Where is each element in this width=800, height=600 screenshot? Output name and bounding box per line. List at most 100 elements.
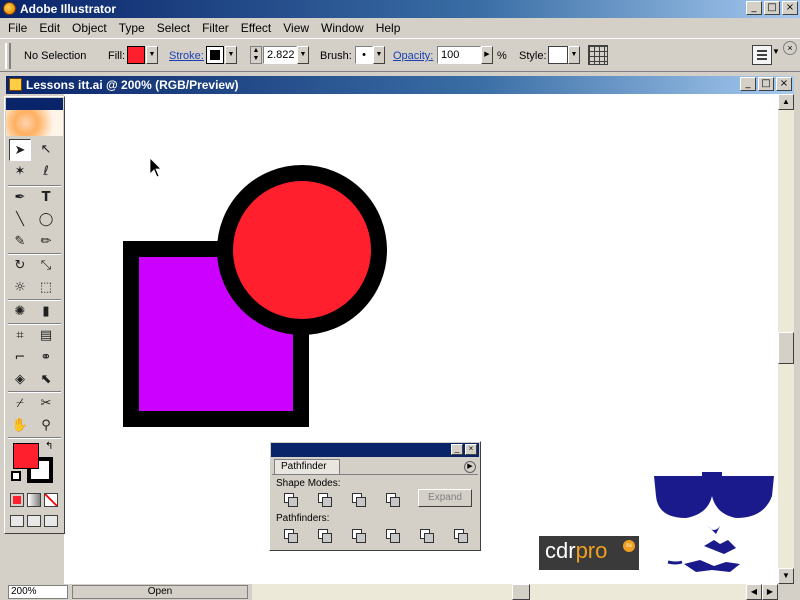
eyedropper-tool-icon[interactable]: ⌐ [9,347,31,369]
scale-tool-icon[interactable]: ⤡ [35,255,57,277]
zoom-tool-icon[interactable]: ⚲ [35,415,57,437]
none-mode-icon[interactable] [44,493,58,507]
divide-icon[interactable] [282,527,298,543]
standard-screen-mode-icon[interactable] [10,515,24,527]
illustrator-app-icon[interactable] [3,2,16,15]
status-menu[interactable]: Open [72,585,248,599]
live-paint-selection-tool-icon[interactable]: ⬉ [35,369,57,391]
toolbox-title-bar[interactable] [6,98,63,110]
stroke-swatch[interactable] [206,46,224,64]
rotate-tool-icon[interactable]: ↻ [9,255,31,277]
menu-window[interactable]: Window [315,21,370,35]
stroke-weight-dropdown[interactable]: ▼ [297,46,309,64]
scroll-up-button[interactable]: ▲ [778,94,794,110]
vertical-scrollbar[interactable]: ▲ ▼ [778,94,794,584]
mesh-tool-icon[interactable]: ⌗ [9,325,31,347]
menu-effect[interactable]: Effect [235,21,277,35]
magic-wand-tool-icon[interactable]: ✶ [9,161,31,183]
direct-selection-tool-icon[interactable]: ↖ [35,139,57,161]
brush-swatch[interactable]: • [355,46,373,64]
document-icon[interactable] [9,78,22,91]
add-to-shape-area-icon[interactable] [282,491,298,507]
pathfinder-menu-button[interactable]: ▶ [464,461,476,473]
symbol-sprayer-tool-icon[interactable]: ✺ [9,301,31,323]
pathfinder-title-bar[interactable]: _ × [271,443,479,457]
crop-icon[interactable] [384,527,400,543]
fill-color-box[interactable] [13,443,39,469]
swap-fill-stroke-icon[interactable]: ↰ [45,441,53,452]
menu-view[interactable]: View [277,21,315,35]
outline-icon[interactable] [418,527,434,543]
hand-tool-icon[interactable]: ✋ [9,415,31,437]
live-paint-bucket-tool-icon[interactable]: ◈ [9,369,31,391]
menu-file[interactable]: File [2,21,33,35]
vertical-scroll-thumb[interactable] [778,332,794,364]
stroke-weight-input[interactable]: 2.822 [263,46,297,64]
pathfinder-close-button[interactable]: × [465,444,477,455]
close-button[interactable]: × [782,1,798,15]
stroke-weight-stepper[interactable]: ▲ ▼ [250,46,262,64]
palette-menu-arrow[interactable]: ▼ [772,47,780,56]
horizontal-scrollbar[interactable]: ◀ ▶ [252,584,778,600]
opacity-input[interactable]: 100 [437,46,481,64]
pencil-tool-icon[interactable]: ✏ [35,231,57,253]
document-setup-icon[interactable] [752,45,772,65]
horizontal-scroll-thumb[interactable] [512,584,530,600]
blend-tool-icon[interactable]: ⚭ [35,347,57,369]
opacity-slider-arrow[interactable]: ▶ [481,46,493,64]
gradient-mode-icon[interactable] [27,493,41,507]
scissors-tool-icon[interactable]: ✂ [35,393,57,415]
minimize-button[interactable]: _ [746,1,762,15]
pathfinder-minimize-button[interactable]: _ [451,444,463,455]
red-circle-shape[interactable] [217,165,387,335]
document-minimize-button[interactable]: _ [740,77,756,91]
tab-pathfinder[interactable]: Pathfinder [274,459,340,474]
menu-help[interactable]: Help [370,21,407,35]
maximize-button[interactable]: □ [764,1,780,15]
expand-button[interactable]: Expand [418,489,472,507]
menu-edit[interactable]: Edit [33,21,66,35]
fill-swatch[interactable] [127,46,145,64]
zoom-level-field[interactable]: 200% [8,585,68,599]
menu-object[interactable]: Object [66,21,113,35]
menu-select[interactable]: Select [151,21,196,35]
minus-back-icon[interactable] [452,527,468,543]
graph-tool-icon[interactable]: ▮ [35,301,57,323]
color-mode-icon[interactable] [10,493,24,507]
palette-grip[interactable] [5,43,11,69]
opacity-label-link[interactable]: Opacity: [393,50,433,62]
scroll-right-button[interactable]: ▶ [762,584,778,600]
full-screen-mode-icon[interactable] [44,515,58,527]
document-close-button[interactable]: × [776,77,792,91]
warp-tool-icon[interactable]: ☼ [9,277,31,299]
style-swatch[interactable] [548,46,568,64]
ellipse-tool-icon[interactable]: ◯ [35,209,57,231]
type-tool-icon[interactable]: T [35,187,57,209]
selection-tool-icon[interactable]: ➤ [9,139,31,161]
menu-filter[interactable]: Filter [196,21,235,35]
trim-icon[interactable] [316,527,332,543]
align-grid-icon[interactable] [588,45,608,65]
full-screen-menu-mode-icon[interactable] [27,515,41,527]
line-tool-icon[interactable]: ╲ [9,209,31,231]
style-dropdown-arrow[interactable]: ▼ [568,46,580,64]
gradient-tool-icon[interactable]: ▤ [35,325,57,347]
scroll-left-button[interactable]: ◀ [746,584,762,600]
subtract-from-shape-area-icon[interactable] [316,491,332,507]
fill-dropdown-arrow[interactable]: ▼ [146,46,158,64]
brush-dropdown-arrow[interactable]: ▼ [373,46,385,64]
free-transform-tool-icon[interactable]: ⬚ [35,277,57,299]
paintbrush-tool-icon[interactable]: ✎ [9,231,31,253]
slice-tool-icon[interactable]: ⌿ [9,393,31,415]
pen-tool-icon[interactable]: ✒ [9,187,31,209]
intersect-shape-areas-icon[interactable] [350,491,366,507]
scroll-down-button[interactable]: ▼ [778,568,794,584]
merge-icon[interactable] [350,527,366,543]
stroke-dropdown-arrow[interactable]: ▼ [225,46,237,64]
document-maximize-button[interactable]: □ [758,77,774,91]
stroke-label-link[interactable]: Stroke: [169,50,204,62]
exclude-overlapping-shape-areas-icon[interactable] [384,491,400,507]
palette-close-button[interactable]: × [783,41,797,55]
default-fill-stroke-icon[interactable] [11,471,21,481]
lasso-tool-icon[interactable]: ℓ [35,161,57,183]
